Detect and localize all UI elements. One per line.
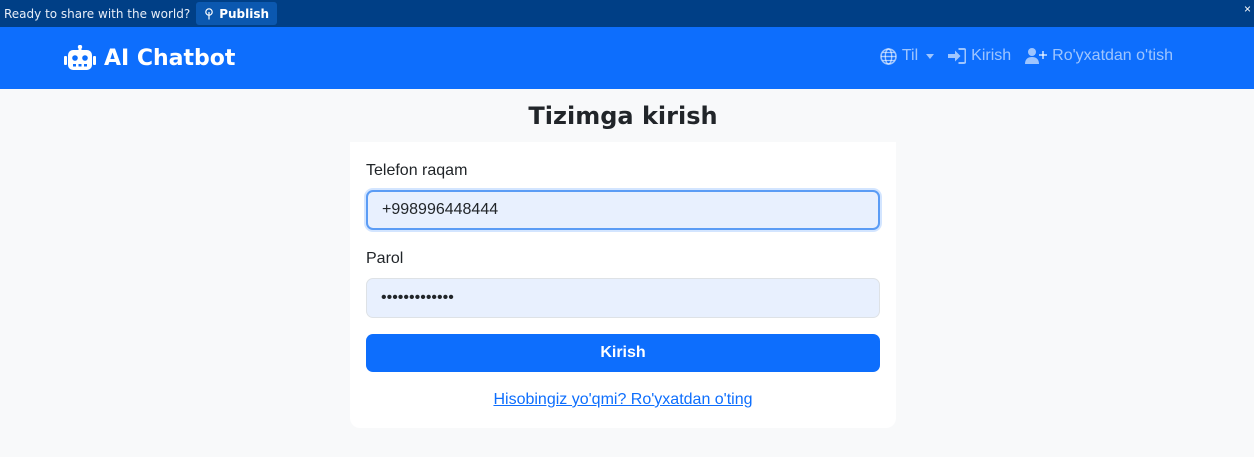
phone-label: Telefon raqam [366,162,468,179]
password-label: Parol [366,250,404,267]
login-card: Tizimga kirish Telefon raqam Parol Kiris… [350,89,896,428]
publish-bar: Ready to share with the world? Publish × [0,0,1254,27]
publish-button-label: Publish [219,6,270,21]
publish-prompt: Ready to share with the world? [4,6,191,21]
chevron-down-icon [926,53,935,59]
register-link[interactable]: Ro'yxatdan o'tish [1025,47,1173,65]
robot-icon [64,45,96,70]
register-label: Ro'yxatdan o'tish [1052,47,1173,64]
close-icon[interactable]: × [1244,2,1254,16]
brand-link[interactable]: AI Chatbot [64,45,235,71]
language-label: Til [901,47,919,64]
nav-links: Til Kirish Ro'yxatdan o'tish [880,47,1173,65]
globe-icon [880,47,897,65]
login-button[interactable]: Kirish [366,334,880,372]
user-plus-icon [1025,48,1048,64]
login-link[interactable]: Kirish [948,47,1011,65]
sign-in-icon [948,48,967,64]
language-dropdown[interactable]: Til [880,47,935,65]
login-card-body: Telefon raqam Parol Kirish Hisobingiz yo… [350,142,896,428]
register-prompt-link[interactable]: Hisobingiz yo'qmi? Ro'yxatdan o'ting [350,391,896,409]
phone-input[interactable] [366,190,880,230]
publish-icon [205,7,214,19]
publish-button[interactable]: Publish [196,2,278,25]
navbar: AI Chatbot Til Kirish Ro'yxatdan o'tish [0,27,1254,89]
brand-name: AI Chatbot [104,45,236,71]
page-title: Tizimga kirish [528,101,718,130]
login-label: Kirish [971,47,1012,64]
login-card-header: Tizimga kirish [350,89,896,142]
password-input[interactable] [366,278,880,318]
